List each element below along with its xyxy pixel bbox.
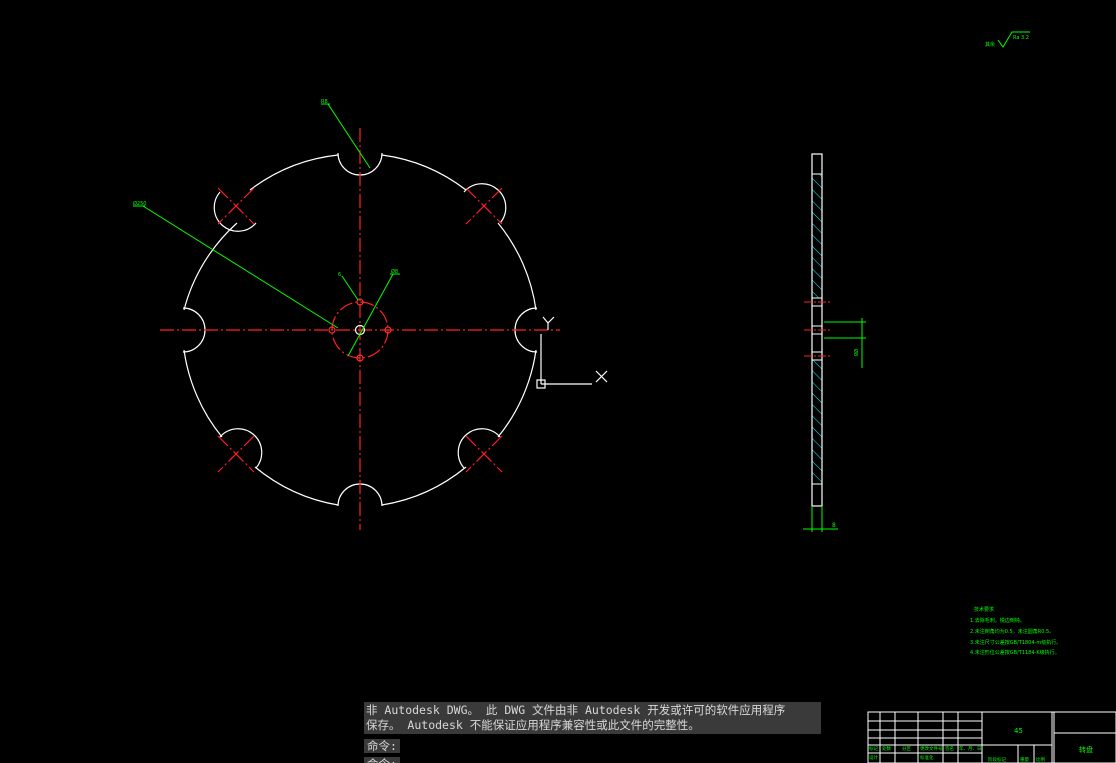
center-lines bbox=[160, 128, 560, 530]
tb-row2-1: 设计 bbox=[869, 754, 878, 761]
tech-item-3: 3.未注尺寸公差按GB/T1804-m级执行。 bbox=[970, 639, 1061, 646]
command-history: 非 Autodesk DWG。 此 DWG 文件由非 Autodesk 开发或许… bbox=[364, 702, 821, 734]
tech-item-2: 2.未注倒角均为0.5，未注圆角R0.5。 bbox=[970, 628, 1054, 635]
drawing-canvas[interactable]: R8 Ø250 6 Ø8 Ø8 8 其余 Ra 3.2 技术要求 1.去除毛刺，… bbox=[0, 0, 1116, 763]
side-view: Ø8 8 bbox=[803, 153, 866, 532]
command-prompt-input[interactable]: 命令: bbox=[364, 757, 400, 763]
tb-label-3: 分区 bbox=[902, 745, 911, 752]
leader-top-label: R8 bbox=[321, 99, 328, 105]
notch-top-right bbox=[463, 183, 507, 224]
leader-texts: R8 Ø250 6 Ø8 bbox=[133, 99, 398, 278]
front-view: R8 Ø250 6 Ø8 bbox=[133, 99, 560, 530]
tb-row2-2: 标准化 bbox=[920, 754, 934, 761]
ucs-icon bbox=[536, 316, 608, 389]
side-thickness-dim: 8 bbox=[832, 522, 836, 529]
tb-label-5: 签名 bbox=[945, 745, 954, 752]
side-hatch-lower bbox=[812, 360, 822, 484]
command-prompt-previous: 命令: bbox=[364, 739, 400, 753]
tb-row2-3: 阶段标记 bbox=[988, 756, 1006, 763]
tb-label-4: 更改文件号 bbox=[920, 745, 943, 752]
tb-material: 45 bbox=[1014, 727, 1023, 735]
tb-label-6: 年、月、日 bbox=[959, 745, 982, 752]
command-message-line2: 保存。 Autodesk 不能保证应用程序兼容性或此文件的完整性。 bbox=[366, 718, 700, 732]
title-block bbox=[867, 711, 1116, 763]
surface-finish-prefix: 其余 bbox=[985, 41, 995, 48]
tb-label-1: 标记 bbox=[869, 745, 878, 752]
surface-finish-symbol: 其余 Ra 3.2 bbox=[985, 31, 1030, 48]
tb-row2-4: 重量 bbox=[1020, 756, 1029, 763]
side-hatch-upper bbox=[812, 174, 822, 298]
tech-item-1: 1.去除毛刺，锐边倒钝。 bbox=[970, 617, 1025, 624]
command-message-line1: 非 Autodesk DWG。 此 DWG 文件由非 Autodesk 开发或许… bbox=[366, 703, 786, 717]
tb-part-name: 转盘 bbox=[1079, 745, 1093, 754]
tech-title: 技术要求 bbox=[974, 606, 994, 613]
tech-item-4: 4.未注形位公差按GB/T1184-K级执行。 bbox=[970, 649, 1060, 656]
leader-small-left-label: 6 bbox=[338, 272, 341, 278]
leader-left-label: Ø250 bbox=[133, 200, 146, 207]
tech-requirements: 技术要求 1.去除毛刺，锐边倒钝。 2.未注倒角均为0.5，未注圆角R0.5。 … bbox=[970, 606, 1061, 656]
side-hole-dim: Ø8 bbox=[852, 349, 859, 356]
leader-small-right-label: Ø8 bbox=[391, 268, 398, 275]
tb-label-2: 处数 bbox=[882, 745, 891, 752]
surface-finish-value: Ra 3.2 bbox=[1013, 35, 1029, 41]
tb-row2-5: 比例 bbox=[1036, 756, 1045, 763]
